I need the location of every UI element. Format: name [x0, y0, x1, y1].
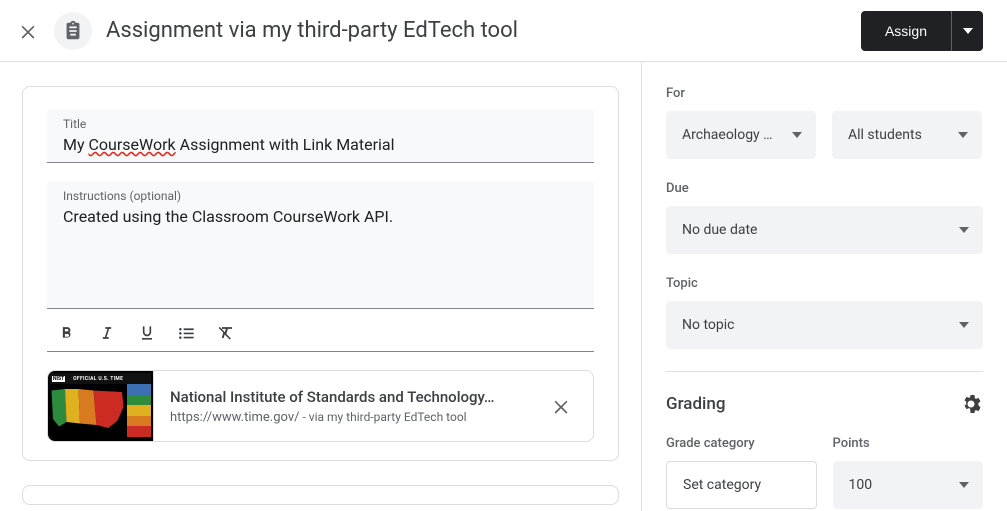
format-toolbar — [47, 309, 594, 352]
remove-attachment-icon[interactable] — [537, 382, 585, 430]
instructions-field[interactable]: Instructions (optional) Created using th… — [47, 181, 594, 309]
points-label: Points — [833, 436, 984, 451]
grade-category-dropdown[interactable]: Set category — [666, 461, 817, 509]
attachment-card[interactable]: NISTOFFICIAL U.S. TIME — [47, 370, 594, 442]
chevron-down-icon — [959, 227, 969, 233]
grade-category-label: Grade category — [666, 436, 817, 451]
secondary-card — [22, 485, 619, 505]
chevron-down-icon — [959, 482, 969, 488]
close-icon[interactable] — [16, 19, 40, 43]
topic-label: Topic — [666, 276, 983, 291]
points-dropdown[interactable]: 100 — [833, 461, 984, 509]
assign-dropdown-button[interactable] — [951, 11, 983, 51]
attachment-title: National Institute of Standards and Tech… — [170, 388, 521, 406]
students-dropdown[interactable]: All students — [832, 111, 982, 159]
chevron-down-icon — [958, 132, 968, 138]
sidebar-panel: For Archaeology … All students Due No du… — [642, 62, 1007, 511]
main-form-panel: Title My CourseWork Assignment with Link… — [0, 62, 642, 511]
title-field[interactable]: Title My CourseWork Assignment with Link… — [47, 109, 594, 163]
chevron-down-icon — [792, 132, 802, 138]
attachment-info: National Institute of Standards and Tech… — [154, 388, 537, 425]
clear-format-icon[interactable] — [213, 319, 241, 347]
attachment-thumbnail: NISTOFFICIAL U.S. TIME — [48, 371, 154, 441]
instructions-label: Instructions (optional) — [63, 189, 578, 203]
title-input[interactable]: My CourseWork Assignment with Link Mater… — [63, 133, 578, 156]
class-dropdown[interactable]: Archaeology … — [666, 111, 816, 159]
assign-button[interactable]: Assign — [861, 11, 951, 51]
usa-map-icon — [50, 386, 125, 431]
spellcheck-word: CourseWork — [89, 135, 176, 154]
gear-icon[interactable] — [959, 392, 983, 416]
due-label: Due — [666, 181, 983, 196]
topic-dropdown[interactable]: No topic — [666, 301, 983, 349]
instructions-input[interactable]: Created using the Classroom CourseWork A… — [63, 205, 578, 228]
attachment-via: - via my third-party EdTech tool — [300, 410, 467, 424]
divider — [666, 371, 983, 372]
attachment-url: https://www.time.gov/ — [170, 410, 300, 425]
bold-icon[interactable] — [53, 319, 81, 347]
page-title: Assignment via my third-party EdTech too… — [106, 18, 847, 43]
grading-heading: Grading — [666, 394, 725, 414]
due-date-dropdown[interactable]: No due date — [666, 206, 983, 254]
italic-icon[interactable] — [93, 319, 121, 347]
top-bar: Assignment via my third-party EdTech too… — [0, 0, 1007, 62]
for-label: For — [666, 86, 983, 101]
assign-button-group: Assign — [861, 11, 983, 51]
assignment-card: Title My CourseWork Assignment with Link… — [22, 86, 619, 461]
underline-icon[interactable] — [133, 319, 161, 347]
bullet-list-icon[interactable] — [173, 319, 201, 347]
chevron-down-icon — [959, 322, 969, 328]
clipboard-icon — [54, 12, 92, 50]
title-label: Title — [63, 117, 578, 131]
